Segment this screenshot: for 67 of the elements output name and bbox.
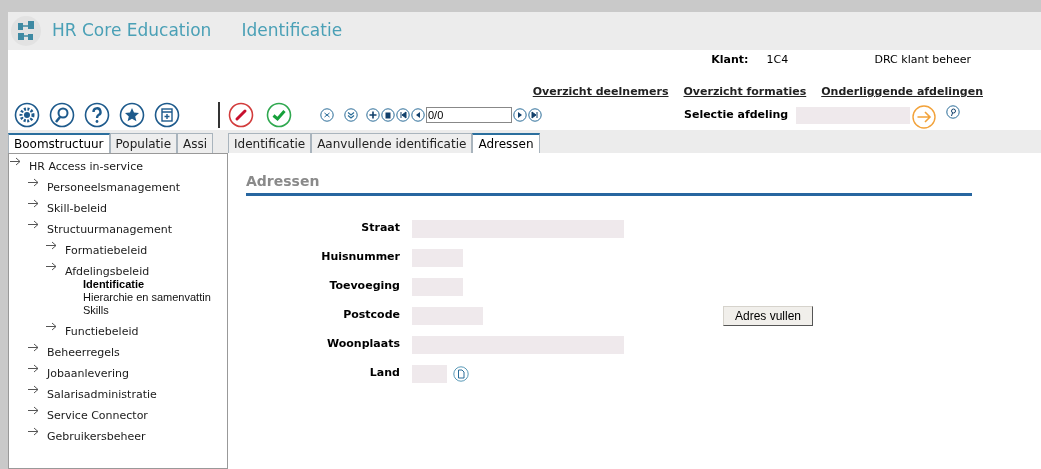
tab[interactable]: Adressen [472, 133, 540, 153]
field-label: Land [368, 365, 401, 382]
field-label: Toevoeging [328, 278, 401, 295]
arrow-icon [10, 157, 21, 166]
tree-item[interactable]: Service Connector [47, 409, 148, 422]
previous-record-icon[interactable] [411, 108, 425, 122]
selection-label: Selectie afdeling [684, 106, 789, 123]
client-code: 1C4 [766, 52, 790, 68]
fill-address-button[interactable]: Adres vullen [723, 305, 814, 326]
arrow-icon [28, 364, 39, 373]
help-icon[interactable] [84, 102, 110, 128]
check-icon[interactable] [266, 102, 292, 128]
tab[interactable]: Populatie [109, 133, 178, 153]
document-icon[interactable] [453, 365, 469, 382]
tree-item[interactable]: Personeelsmanagement [47, 181, 180, 194]
header-link[interactable]: Overzicht deelnemers [532, 83, 669, 100]
client-label: Klant: [711, 52, 749, 68]
tree-item[interactable]: Structuurmanagement [47, 223, 173, 236]
tree-item[interactable]: Identificatie [83, 278, 145, 291]
tree-item[interactable]: Beheerregels [47, 346, 120, 359]
add-icon[interactable] [366, 108, 380, 122]
page-title: Identificatie [241, 19, 343, 43]
chevrons-down-icon[interactable] [344, 108, 358, 122]
arrow-icon [28, 343, 39, 352]
settings-icon[interactable] [14, 102, 40, 128]
arrow-icon [28, 427, 39, 436]
header-link[interactable]: Overzicht formaties [683, 83, 807, 100]
tab[interactable]: Boomstructuur [8, 133, 110, 153]
app-title: HR Core Education [52, 19, 212, 43]
field-label: Woonplaats [326, 336, 401, 353]
cancel-icon[interactable] [228, 102, 254, 128]
tab[interactable]: Assi [177, 133, 214, 153]
selection-field[interactable] [796, 106, 911, 124]
header-link[interactable]: Onderliggende afdelingen [821, 83, 983, 100]
first-record-icon[interactable] [396, 108, 410, 122]
tree-item[interactable]: Functiebeleid [65, 325, 139, 338]
tree-item[interactable]: HR Access in-service [29, 160, 143, 173]
add-icon[interactable] [154, 102, 180, 128]
arrow-icon [46, 241, 57, 250]
arrow-icon [46, 322, 57, 331]
tree-item[interactable]: Formatiebeleid [65, 244, 148, 257]
next-record-icon[interactable] [513, 108, 527, 122]
last-record-icon[interactable] [528, 108, 542, 122]
collapse-icon[interactable] [320, 108, 334, 122]
search-icon[interactable] [946, 105, 961, 119]
tree-item[interactable]: Salarisadministratie [47, 388, 157, 401]
arrow-icon [28, 178, 39, 187]
field-label: Huisnummer [320, 249, 401, 266]
tree-item[interactable]: Hierarchie en samenvattin [83, 291, 211, 304]
tree-item[interactable]: Skill-beleid [47, 202, 108, 215]
field-label: Postcode [342, 307, 401, 324]
section-header: Adressen [246, 171, 972, 196]
arrow-icon [28, 220, 39, 229]
arrow-icon [28, 385, 39, 394]
arrow-icon [46, 262, 57, 271]
tree-item[interactable]: Gebruikersbeheer [47, 430, 146, 443]
arrow-icon [28, 199, 39, 208]
search-icon[interactable] [49, 102, 75, 128]
tree-item[interactable]: Skills [83, 304, 109, 317]
arrow-icon [28, 406, 39, 415]
tab[interactable]: Identificatie [228, 133, 312, 153]
tree-item[interactable]: Jobaanlevering [47, 367, 130, 380]
field-label: Straat [360, 220, 401, 237]
tree-item[interactable]: Afdelingsbeleid [65, 265, 150, 278]
client-name: DRC klant beheer [874, 52, 971, 68]
tab[interactable]: Aanvullende identificatie [311, 133, 473, 153]
record-counter-field[interactable]: 0/0 [426, 107, 512, 123]
